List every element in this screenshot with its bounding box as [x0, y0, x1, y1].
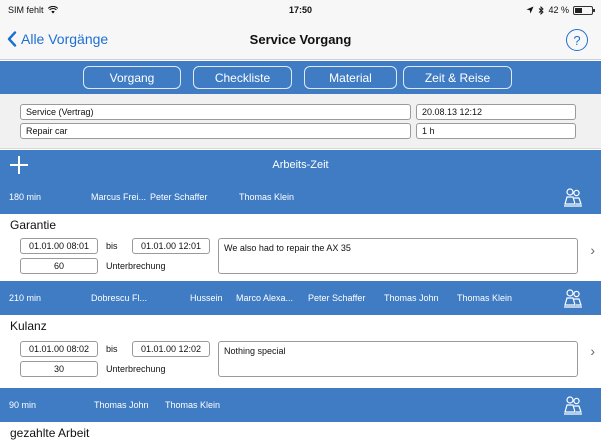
worker-name: Marcus Frei...: [91, 192, 147, 202]
time-entry: gezahlte Arbeit: [0, 422, 601, 444]
worker-name: Marco Alexa...: [236, 293, 294, 303]
entry-minutes: 210 min: [9, 293, 42, 303]
help-button[interactable]: ?: [566, 29, 588, 51]
note-field[interactable]: We also had to repair the AX 35: [218, 238, 578, 274]
worker-name: Peter Schaffer: [308, 293, 366, 303]
pause-minutes-field[interactable]: 30: [20, 361, 98, 377]
entry-category-title: Garantie: [10, 218, 57, 232]
status-bar: SIM fehlt 17:50 42 %: [0, 0, 601, 20]
tab-zeit-reise[interactable]: Zeit & Reise: [403, 66, 512, 89]
time-entry-bar[interactable]: 210 min Dobrescu Fl... Hussein Marco Ale…: [0, 281, 601, 315]
battery-level: [575, 7, 582, 13]
wifi-icon: [47, 6, 58, 14]
service-type-field[interactable]: Service (Vertrag): [20, 104, 411, 120]
workers-icon[interactable]: [563, 187, 583, 207]
page-title: Service Vorgang: [249, 32, 352, 47]
chevron-right-icon[interactable]: ›: [590, 343, 595, 359]
start-time-field[interactable]: 01.01.00 08:02: [20, 341, 98, 357]
bluetooth-icon: [539, 5, 545, 15]
description-field[interactable]: Repair car: [20, 123, 411, 139]
tab-material[interactable]: Material: [304, 66, 397, 89]
worker-name: Peter Schaffer: [150, 192, 208, 202]
arbeits-zeit-title: Arbeits-Zeit: [272, 159, 329, 171]
location-arrow-icon: [526, 6, 534, 14]
end-time-field[interactable]: 01.01.00 12:02: [132, 341, 210, 357]
worker-name: Thomas John: [94, 400, 149, 410]
tab-checkliste[interactable]: Checkliste: [193, 66, 292, 89]
note-field[interactable]: Nothing special: [218, 341, 578, 377]
duration-field[interactable]: 1 h: [416, 123, 576, 139]
entry-category-title: gezahlte Arbeit: [10, 426, 90, 440]
navigation-bar: Alle Vorgänge Service Vorgang ?: [0, 20, 601, 60]
end-time-field[interactable]: 01.01.00 12:01: [132, 238, 210, 254]
workers-icon[interactable]: [563, 288, 583, 308]
worker-name: Hussein: [190, 293, 223, 303]
arbeits-zeit-header: Arbeits-Zeit: [0, 150, 601, 180]
bis-label: bis: [106, 344, 118, 354]
time-entry-bar[interactable]: 90 min Thomas John Thomas Klein: [0, 388, 601, 422]
entry-minutes: 90 min: [9, 400, 37, 410]
start-time-field[interactable]: 01.01.00 08:01: [20, 238, 98, 254]
time-entry-bar[interactable]: 180 min Marcus Frei... Peter Schaffer Th…: [0, 180, 601, 214]
pause-label: Unterbrechung: [106, 261, 166, 271]
worker-name: Thomas John: [384, 293, 439, 303]
worker-name: Dobrescu Fl...: [91, 293, 148, 303]
service-header: Service (Vertrag) 20.08.13 12:12 Repair …: [0, 94, 601, 149]
workers-icon[interactable]: [563, 395, 583, 415]
carrier-label: SIM fehlt: [8, 5, 44, 15]
entry-category-title: Kulanz: [10, 319, 47, 333]
entry-minutes: 180 min: [9, 192, 42, 202]
battery-icon: [573, 5, 595, 15]
battery-percent: 42 %: [548, 5, 569, 15]
time-entry: Garantie 01.01.00 08:01 bis 01.01.00 12:…: [0, 214, 601, 280]
tab-vorgang[interactable]: Vorgang: [83, 66, 181, 89]
segment-bar: Vorgang Checkliste Material Zeit & Reise: [0, 61, 601, 94]
bis-label: bis: [106, 241, 118, 251]
worker-name: Thomas Klein: [165, 400, 221, 410]
pause-label: Unterbrechung: [106, 364, 166, 374]
worker-name: Thomas Klein: [239, 192, 295, 202]
date-field[interactable]: 20.08.13 12:12: [416, 104, 576, 120]
worker-name: Thomas Klein: [457, 293, 513, 303]
chevron-right-icon[interactable]: ›: [590, 242, 595, 258]
time-entry: Kulanz 01.01.00 08:02 bis 01.01.00 12:02…: [0, 315, 601, 381]
pause-minutes-field[interactable]: 60: [20, 258, 98, 274]
